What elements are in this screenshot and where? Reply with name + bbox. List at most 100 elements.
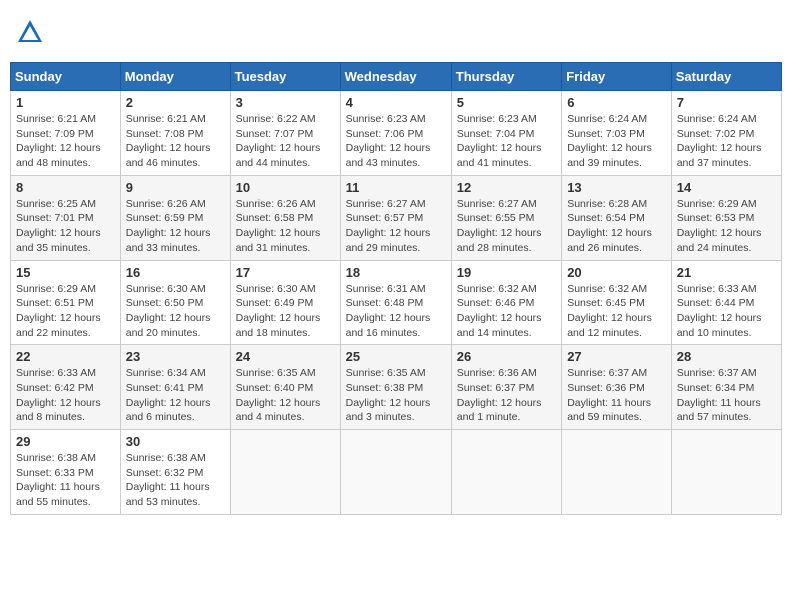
weekday-header: Saturday (671, 63, 781, 91)
day-number: 25 (346, 349, 446, 364)
day-detail: Sunrise: 6:38 AMSunset: 6:33 PMDaylight:… (16, 451, 115, 510)
calendar-cell: 14 Sunrise: 6:29 AMSunset: 6:53 PMDayligh… (671, 175, 781, 260)
calendar-cell: 3 Sunrise: 6:22 AMSunset: 7:07 PMDaylight… (230, 91, 340, 176)
calendar-week-row: 1 Sunrise: 6:21 AMSunset: 7:09 PMDaylight… (11, 91, 782, 176)
day-detail: Sunrise: 6:21 AMSunset: 7:08 PMDaylight:… (126, 112, 225, 171)
day-number: 30 (126, 434, 225, 449)
calendar-table: SundayMondayTuesdayWednesdayThursdayFrid… (10, 62, 782, 515)
day-number: 1 (16, 95, 115, 110)
calendar-cell: 29 Sunrise: 6:38 AMSunset: 6:33 PMDayligh… (11, 430, 121, 515)
day-number: 4 (346, 95, 446, 110)
calendar-cell: 7Sunrise: 6:24 AMSunset: 7:02 PMDaylight… (671, 91, 781, 176)
day-detail: Sunrise: 6:33 AMSunset: 6:42 PMDaylight:… (16, 366, 115, 425)
day-number: 10 (236, 180, 335, 195)
calendar-week-row: 8Sunrise: 6:25 AMSunset: 7:01 PMDaylight… (11, 175, 782, 260)
day-number: 18 (346, 265, 446, 280)
calendar-cell (451, 430, 561, 515)
day-detail: Sunrise: 6:38 AMSunset: 6:32 PMDaylight:… (126, 451, 225, 510)
calendar-cell: 25Sunrise: 6:35 AMSunset: 6:38 PMDayligh… (340, 345, 451, 430)
day-number: 29 (16, 434, 115, 449)
day-detail: Sunrise: 6:25 AMSunset: 7:01 PMDaylight:… (16, 197, 115, 256)
day-number: 6 (567, 95, 666, 110)
calendar-cell: 17 Sunrise: 6:30 AMSunset: 6:49 PMDayligh… (230, 260, 340, 345)
calendar-cell: 16 Sunrise: 6:30 AMSunset: 6:50 PMDayligh… (120, 260, 230, 345)
day-detail: Sunrise: 6:31 AMSunset: 6:48 PMDaylight:… (346, 282, 446, 341)
day-number: 17 (236, 265, 335, 280)
day-detail: Sunrise: 6:32 AMSunset: 6:46 PMDaylight:… (457, 282, 556, 341)
day-number: 27 (567, 349, 666, 364)
calendar-body: 1 Sunrise: 6:21 AMSunset: 7:09 PMDaylight… (11, 91, 782, 515)
calendar-cell: 9 Sunrise: 6:26 AMSunset: 6:59 PMDaylight… (120, 175, 230, 260)
day-detail: Sunrise: 6:21 AMSunset: 7:09 PMDaylight:… (16, 112, 115, 171)
day-detail: Sunrise: 6:22 AMSunset: 7:07 PMDaylight:… (236, 112, 335, 171)
calendar-cell: 22 Sunrise: 6:33 AMSunset: 6:42 PMDayligh… (11, 345, 121, 430)
calendar-cell: 21Sunrise: 6:33 AMSunset: 6:44 PMDayligh… (671, 260, 781, 345)
day-detail: Sunrise: 6:37 AMSunset: 6:36 PMDaylight:… (567, 366, 666, 425)
calendar-cell: 1 Sunrise: 6:21 AMSunset: 7:09 PMDaylight… (11, 91, 121, 176)
calendar-cell: 30 Sunrise: 6:38 AMSunset: 6:32 PMDayligh… (120, 430, 230, 515)
day-detail: Sunrise: 6:24 AMSunset: 7:02 PMDaylight:… (677, 112, 776, 171)
day-detail: Sunrise: 6:32 AMSunset: 6:45 PMDaylight:… (567, 282, 666, 341)
calendar-header: SundayMondayTuesdayWednesdayThursdayFrid… (11, 63, 782, 91)
day-number: 2 (126, 95, 225, 110)
calendar-cell: 6Sunrise: 6:24 AMSunset: 7:03 PMDaylight… (562, 91, 672, 176)
day-number: 12 (457, 180, 556, 195)
weekday-header: Wednesday (340, 63, 451, 91)
day-number: 13 (567, 180, 666, 195)
day-detail: Sunrise: 6:26 AMSunset: 6:58 PMDaylight:… (236, 197, 335, 256)
day-detail: Sunrise: 6:26 AMSunset: 6:59 PMDaylight:… (126, 197, 225, 256)
calendar-week-row: 29 Sunrise: 6:38 AMSunset: 6:33 PMDayligh… (11, 430, 782, 515)
day-number: 14 (677, 180, 776, 195)
calendar-cell: 27 Sunrise: 6:37 AMSunset: 6:36 PMDayligh… (562, 345, 672, 430)
day-number: 15 (16, 265, 115, 280)
day-number: 11 (346, 180, 446, 195)
day-number: 24 (236, 349, 335, 364)
calendar-cell: 12 Sunrise: 6:27 AMSunset: 6:55 PMDayligh… (451, 175, 561, 260)
calendar-cell: 26Sunrise: 6:36 AMSunset: 6:37 PMDayligh… (451, 345, 561, 430)
weekday-header: Thursday (451, 63, 561, 91)
day-number: 22 (16, 349, 115, 364)
calendar-cell: 24Sunrise: 6:35 AMSunset: 6:40 PMDayligh… (230, 345, 340, 430)
calendar-cell: 23 Sunrise: 6:34 AMSunset: 6:41 PMDayligh… (120, 345, 230, 430)
calendar-cell (340, 430, 451, 515)
day-detail: Sunrise: 6:36 AMSunset: 6:37 PMDaylight:… (457, 366, 556, 425)
calendar-cell: 19 Sunrise: 6:32 AMSunset: 6:46 PMDayligh… (451, 260, 561, 345)
day-number: 3 (236, 95, 335, 110)
logo-icon (16, 18, 44, 46)
day-number: 28 (677, 349, 776, 364)
calendar-cell (230, 430, 340, 515)
calendar-cell: 5 Sunrise: 6:23 AMSunset: 7:04 PMDaylight… (451, 91, 561, 176)
calendar-cell (562, 430, 672, 515)
day-detail: Sunrise: 6:30 AMSunset: 6:49 PMDaylight:… (236, 282, 335, 341)
weekday-header: Sunday (11, 63, 121, 91)
weekday-header: Monday (120, 63, 230, 91)
day-number: 16 (126, 265, 225, 280)
day-detail: Sunrise: 6:27 AMSunset: 6:57 PMDaylight:… (346, 197, 446, 256)
day-number: 19 (457, 265, 556, 280)
day-detail: Sunrise: 6:23 AMSunset: 7:04 PMDaylight:… (457, 112, 556, 171)
day-detail: Sunrise: 6:28 AMSunset: 6:54 PMDaylight:… (567, 197, 666, 256)
calendar-cell: 18 Sunrise: 6:31 AMSunset: 6:48 PMDayligh… (340, 260, 451, 345)
calendar-week-row: 22 Sunrise: 6:33 AMSunset: 6:42 PMDayligh… (11, 345, 782, 430)
calendar-cell: 11 Sunrise: 6:27 AMSunset: 6:57 PMDayligh… (340, 175, 451, 260)
day-detail: Sunrise: 6:29 AMSunset: 6:53 PMDaylight:… (677, 197, 776, 256)
calendar-cell (671, 430, 781, 515)
day-detail: Sunrise: 6:27 AMSunset: 6:55 PMDaylight:… (457, 197, 556, 256)
calendar-cell: 2 Sunrise: 6:21 AMSunset: 7:08 PMDaylight… (120, 91, 230, 176)
calendar-week-row: 15Sunrise: 6:29 AMSunset: 6:51 PMDayligh… (11, 260, 782, 345)
day-detail: Sunrise: 6:30 AMSunset: 6:50 PMDaylight:… (126, 282, 225, 341)
weekday-header: Friday (562, 63, 672, 91)
calendar-cell: 8Sunrise: 6:25 AMSunset: 7:01 PMDaylight… (11, 175, 121, 260)
day-number: 23 (126, 349, 225, 364)
day-detail: Sunrise: 6:33 AMSunset: 6:44 PMDaylight:… (677, 282, 776, 341)
calendar-cell: 28Sunrise: 6:37 AMSunset: 6:34 PMDayligh… (671, 345, 781, 430)
day-detail: Sunrise: 6:23 AMSunset: 7:06 PMDaylight:… (346, 112, 446, 171)
day-detail: Sunrise: 6:34 AMSunset: 6:41 PMDaylight:… (126, 366, 225, 425)
calendar-cell: 4 Sunrise: 6:23 AMSunset: 7:06 PMDaylight… (340, 91, 451, 176)
day-number: 9 (126, 180, 225, 195)
calendar-cell: 15Sunrise: 6:29 AMSunset: 6:51 PMDayligh… (11, 260, 121, 345)
day-number: 5 (457, 95, 556, 110)
calendar-cell: 20Sunrise: 6:32 AMSunset: 6:45 PMDayligh… (562, 260, 672, 345)
calendar-cell: 10 Sunrise: 6:26 AMSunset: 6:58 PMDayligh… (230, 175, 340, 260)
header (10, 10, 782, 54)
